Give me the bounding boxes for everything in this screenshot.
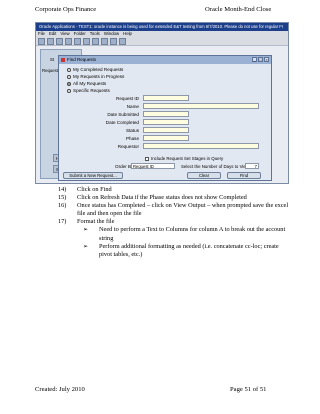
radio-button-selected[interactable] (67, 81, 71, 86)
footer-left: Created: July 2010 (35, 386, 85, 393)
phase-field[interactable] (143, 135, 189, 141)
navigator-icon[interactable] (74, 37, 81, 45)
request-id-label: Request ID (116, 96, 139, 101)
menu-help[interactable]: Help (123, 31, 132, 37)
step-number: 15) (58, 194, 67, 202)
name-label: Name (126, 104, 139, 109)
radio-button[interactable] (67, 74, 71, 79)
include-stages-checkbox[interactable]: Include Request Set Stages in Query (145, 156, 223, 161)
radio-label: My Requests in Progress (73, 74, 125, 79)
menu-file[interactable]: File (38, 31, 45, 37)
attach-icon[interactable] (101, 37, 108, 45)
substep-text: Perform additional formatting as needed … (99, 242, 279, 258)
close-icon[interactable]: × (264, 57, 269, 62)
find-requests-dialog: Find Requests _ □ × My Completed Request… (58, 55, 272, 181)
app-title-bar: Oracle Applications - TEST1: oracle inst… (36, 23, 288, 31)
menu-window[interactable]: Window (104, 31, 119, 37)
step-text: Click on Find (77, 186, 112, 193)
checkbox-box[interactable] (145, 156, 149, 161)
requestor-field[interactable] (143, 143, 259, 149)
requestor-label: Requestor (117, 144, 139, 149)
menu-folder[interactable]: Folder (74, 31, 86, 37)
radio-completed[interactable]: My Completed Requests (67, 67, 123, 72)
maximize-icon[interactable]: □ (258, 57, 263, 62)
name-field[interactable] (143, 103, 259, 109)
menu-edit[interactable]: Edit (49, 31, 56, 37)
clear-button[interactable]: Clear (187, 172, 221, 179)
oracle-screenshot: Oracle Applications - TEST1: oracle inst… (35, 22, 289, 184)
step-item: 15) Click on Refresh Data if the Phase s… (58, 194, 290, 202)
checkbox-label: Include Request Set Stages in Query (151, 156, 224, 161)
step-text: Format the file (77, 218, 115, 226)
folder-icon[interactable] (110, 37, 117, 45)
radio-button[interactable] (67, 88, 71, 93)
menu-tools[interactable]: Tools (90, 31, 100, 37)
days-field[interactable]: 7 (245, 163, 259, 169)
date-completed-label: Date Completed (105, 120, 139, 125)
substep-item: ➢ Perform additional formatting as neede… (77, 243, 290, 259)
radio-label: My Completed Requests (73, 67, 124, 72)
status-field[interactable] (143, 127, 189, 133)
radio-label: All My Requests (73, 81, 107, 86)
phase-label: Phase (125, 136, 139, 141)
order-by-select[interactable]: Request ID (131, 163, 175, 169)
arrow-bullet-icon: ➢ (83, 243, 89, 250)
radio-button[interactable] (67, 67, 71, 72)
date-submitted-label: Date Submitted (107, 112, 139, 117)
footer-right: Page 51 of 51 (230, 386, 267, 393)
dialog-title-bar: Find Requests _ □ × (59, 56, 271, 64)
save-icon[interactable] (47, 37, 54, 45)
print-icon[interactable] (56, 37, 63, 45)
step-number: 14) (58, 186, 67, 193)
date-completed-field[interactable] (143, 119, 189, 125)
substep-text: Need to perform a Text to Columns for co… (99, 226, 286, 242)
instruction-steps: 14) Click on Find 15) Click on Refresh D… (58, 186, 290, 259)
submit-new-request-button[interactable]: Submit a New Request... (63, 172, 123, 179)
open-icon[interactable] (38, 37, 45, 45)
window-buttons: _ □ × (252, 57, 269, 62)
menu-view[interactable]: View (60, 31, 69, 37)
header-right: Oracle Month-End Close (205, 6, 272, 13)
radio-in-progress[interactable]: My Requests in Progress (67, 74, 124, 79)
step-number: 16) (58, 202, 67, 210)
find-button[interactable]: Find (227, 172, 261, 179)
requests-window-label: St (50, 57, 55, 62)
step-item: 16) Once status has Completed – click on… (58, 202, 290, 218)
step-text: Click on Refresh Data if the Phase statu… (77, 194, 247, 202)
dialog-title: Find Requests (67, 57, 97, 62)
step-text: Once status has Completed – click on Vie… (77, 202, 289, 218)
step-item: 14) Click on Find (58, 186, 290, 194)
toolbar (36, 37, 288, 46)
step-number: 17) (58, 218, 67, 226)
zoom-icon[interactable] (83, 37, 90, 45)
substep-item: ➢ Need to perform a Text to Columns for … (77, 226, 290, 242)
arrow-bullet-icon: ➢ (83, 227, 89, 234)
close-form-icon[interactable] (65, 37, 72, 45)
translate-icon[interactable] (92, 37, 99, 45)
minimize-icon[interactable]: _ (252, 57, 257, 62)
oracle-form-icon (61, 58, 65, 62)
step-item: 17) Format the file (58, 218, 290, 226)
radio-all[interactable]: All My Requests (67, 81, 106, 86)
radio-label: Specific Requests (73, 88, 110, 93)
days-label: Select the Number of Days to View: (181, 164, 251, 169)
status-label: Status (125, 128, 139, 133)
date-submitted-field[interactable] (143, 111, 189, 117)
help-icon[interactable] (119, 37, 126, 45)
request-id-field[interactable] (143, 95, 189, 101)
radio-specific[interactable]: Specific Requests (67, 88, 110, 93)
header-left: Corporate Ops Finance (35, 6, 97, 13)
